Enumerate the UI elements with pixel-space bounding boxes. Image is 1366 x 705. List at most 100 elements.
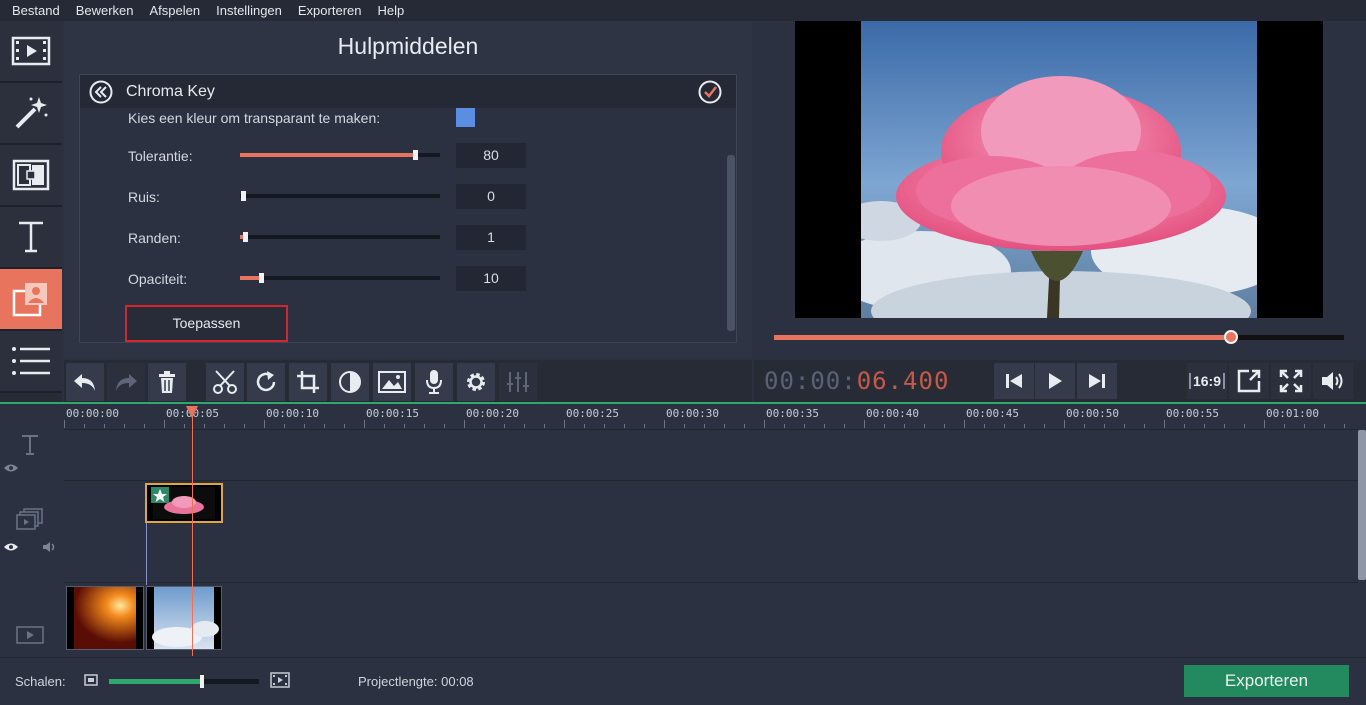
title-track-icon [20, 434, 40, 456]
ruler-tick [604, 424, 605, 428]
titles-icon [13, 217, 49, 257]
tolerance-slider[interactable] [240, 150, 440, 160]
back-icon[interactable] [89, 80, 113, 104]
redo-button[interactable] [107, 363, 145, 401]
rotate-button[interactable] [247, 363, 285, 401]
tolerance-value[interactable]: 80 [456, 143, 526, 168]
play-button[interactable] [1035, 363, 1075, 399]
ruler-tick [664, 420, 665, 428]
external-window-icon [1237, 369, 1261, 393]
ruler-tick [1124, 424, 1125, 428]
skip-back-icon [1004, 372, 1024, 390]
timeline-ruler[interactable]: 00:00:0000:00:0500:00:1000:00:1500:00:20… [64, 404, 1358, 428]
image-icon [378, 371, 406, 393]
title-track-eye-icon[interactable] [3, 463, 19, 473]
menu-instellingen[interactable]: Instellingen [208, 0, 290, 21]
aspect-ratio-label: 16:9 [1188, 373, 1226, 389]
video-track[interactable] [64, 582, 1358, 657]
record-audio-button[interactable] [415, 363, 453, 401]
menu-bestand[interactable]: Bestand [0, 0, 68, 21]
playhead-handle[interactable] [186, 406, 198, 418]
edges-label: Randen: [128, 230, 181, 246]
noise-slider[interactable] [240, 191, 440, 201]
timeline-scrollbar[interactable] [1358, 430, 1366, 580]
overlay-track-speaker-icon[interactable] [42, 541, 58, 553]
opacity-slider[interactable] [240, 273, 440, 283]
ruler-tick [864, 420, 865, 428]
menu-bewerken[interactable]: Bewerken [68, 0, 142, 21]
crop-button[interactable] [289, 363, 327, 401]
ruler-tick [944, 424, 945, 428]
menu-exporteren[interactable]: Exporteren [290, 0, 370, 21]
color-adjust-button[interactable] [331, 363, 369, 401]
ruler-tick [1004, 424, 1005, 428]
tools-scrollbar[interactable] [727, 155, 735, 331]
overlay-clip[interactable] [145, 483, 223, 523]
zoom-slider-knob[interactable] [200, 675, 204, 688]
overlay-track-eye-icon[interactable] [3, 542, 19, 552]
ruler-tick [84, 424, 85, 428]
opacity-value[interactable]: 10 [456, 266, 526, 291]
edges-value[interactable]: 1 [456, 225, 526, 250]
ruler-tick [524, 424, 525, 428]
contrast-icon [338, 370, 362, 394]
title-track[interactable] [64, 429, 1358, 480]
preview-image [861, 21, 1257, 318]
equalizer-button[interactable] [499, 363, 537, 401]
overlay-track[interactable] [64, 480, 1358, 582]
next-button[interactable] [1077, 363, 1117, 399]
nav-import-button[interactable] [0, 21, 62, 83]
undo-icon [72, 371, 98, 393]
zoom-out-icon[interactable] [84, 674, 98, 686]
clip-settings-button[interactable] [457, 363, 495, 401]
project-length-value: 00:08 [441, 674, 474, 689]
nav-filters-button[interactable] [0, 83, 62, 145]
fullscreen-button[interactable] [1271, 363, 1311, 399]
menu-help[interactable]: Help [369, 0, 412, 21]
ruler-tick-label: 00:00:25 [566, 407, 619, 420]
ruler-tick-label: 00:00:45 [966, 407, 1019, 420]
video-clip-1[interactable] [66, 586, 144, 650]
ruler-tick [644, 424, 645, 428]
ruler-tick [264, 420, 265, 428]
previous-button[interactable] [994, 363, 1034, 399]
edges-slider[interactable] [240, 232, 440, 242]
star-icon [151, 487, 169, 503]
zoom-slider-fill [109, 679, 202, 684]
overlay-track-icon [16, 507, 44, 531]
volume-button[interactable] [1313, 363, 1353, 399]
nav-titles-button[interactable] [0, 207, 62, 269]
nav-transitions-button[interactable] [0, 145, 62, 207]
ruler-tick [544, 424, 545, 428]
detach-preview-button[interactable] [1229, 363, 1269, 399]
cut-button[interactable] [206, 363, 244, 401]
delete-button[interactable] [148, 363, 186, 401]
menu-afspelen[interactable]: Afspelen [142, 0, 209, 21]
ruler-tick [1324, 424, 1325, 428]
key-color-swatch[interactable] [456, 108, 475, 127]
video-clip-2[interactable] [146, 586, 222, 650]
aspect-ratio-button[interactable]: 16:9 [1187, 363, 1227, 399]
playback-progress-fill [774, 335, 1231, 340]
zoom-in-icon[interactable] [270, 672, 290, 688]
timecode-dim: 00:00: [764, 367, 857, 395]
undo-button[interactable] [66, 363, 104, 401]
confirm-check-icon[interactable] [698, 80, 722, 104]
nav-chroma-key-button[interactable] [0, 269, 62, 331]
redo-icon [113, 371, 139, 393]
ruler-tick [1244, 424, 1245, 428]
nav-more-button[interactable] [0, 331, 62, 393]
ruler-tick [1024, 424, 1025, 428]
timecode-lit: 06.400 [856, 367, 950, 395]
ruler-tick [224, 424, 225, 428]
playback-progress-knob[interactable] [1224, 330, 1238, 344]
ruler-tick [424, 424, 425, 428]
project-length-label: Projectlengte: [358, 674, 438, 689]
export-button[interactable]: Exporteren [1184, 665, 1349, 697]
image-button[interactable] [373, 363, 411, 401]
ruler-tick [304, 424, 305, 428]
ruler-tick [804, 424, 805, 428]
apply-button[interactable]: Toepassen [125, 305, 288, 342]
noise-value[interactable]: 0 [456, 184, 526, 209]
gear-icon [464, 370, 488, 394]
